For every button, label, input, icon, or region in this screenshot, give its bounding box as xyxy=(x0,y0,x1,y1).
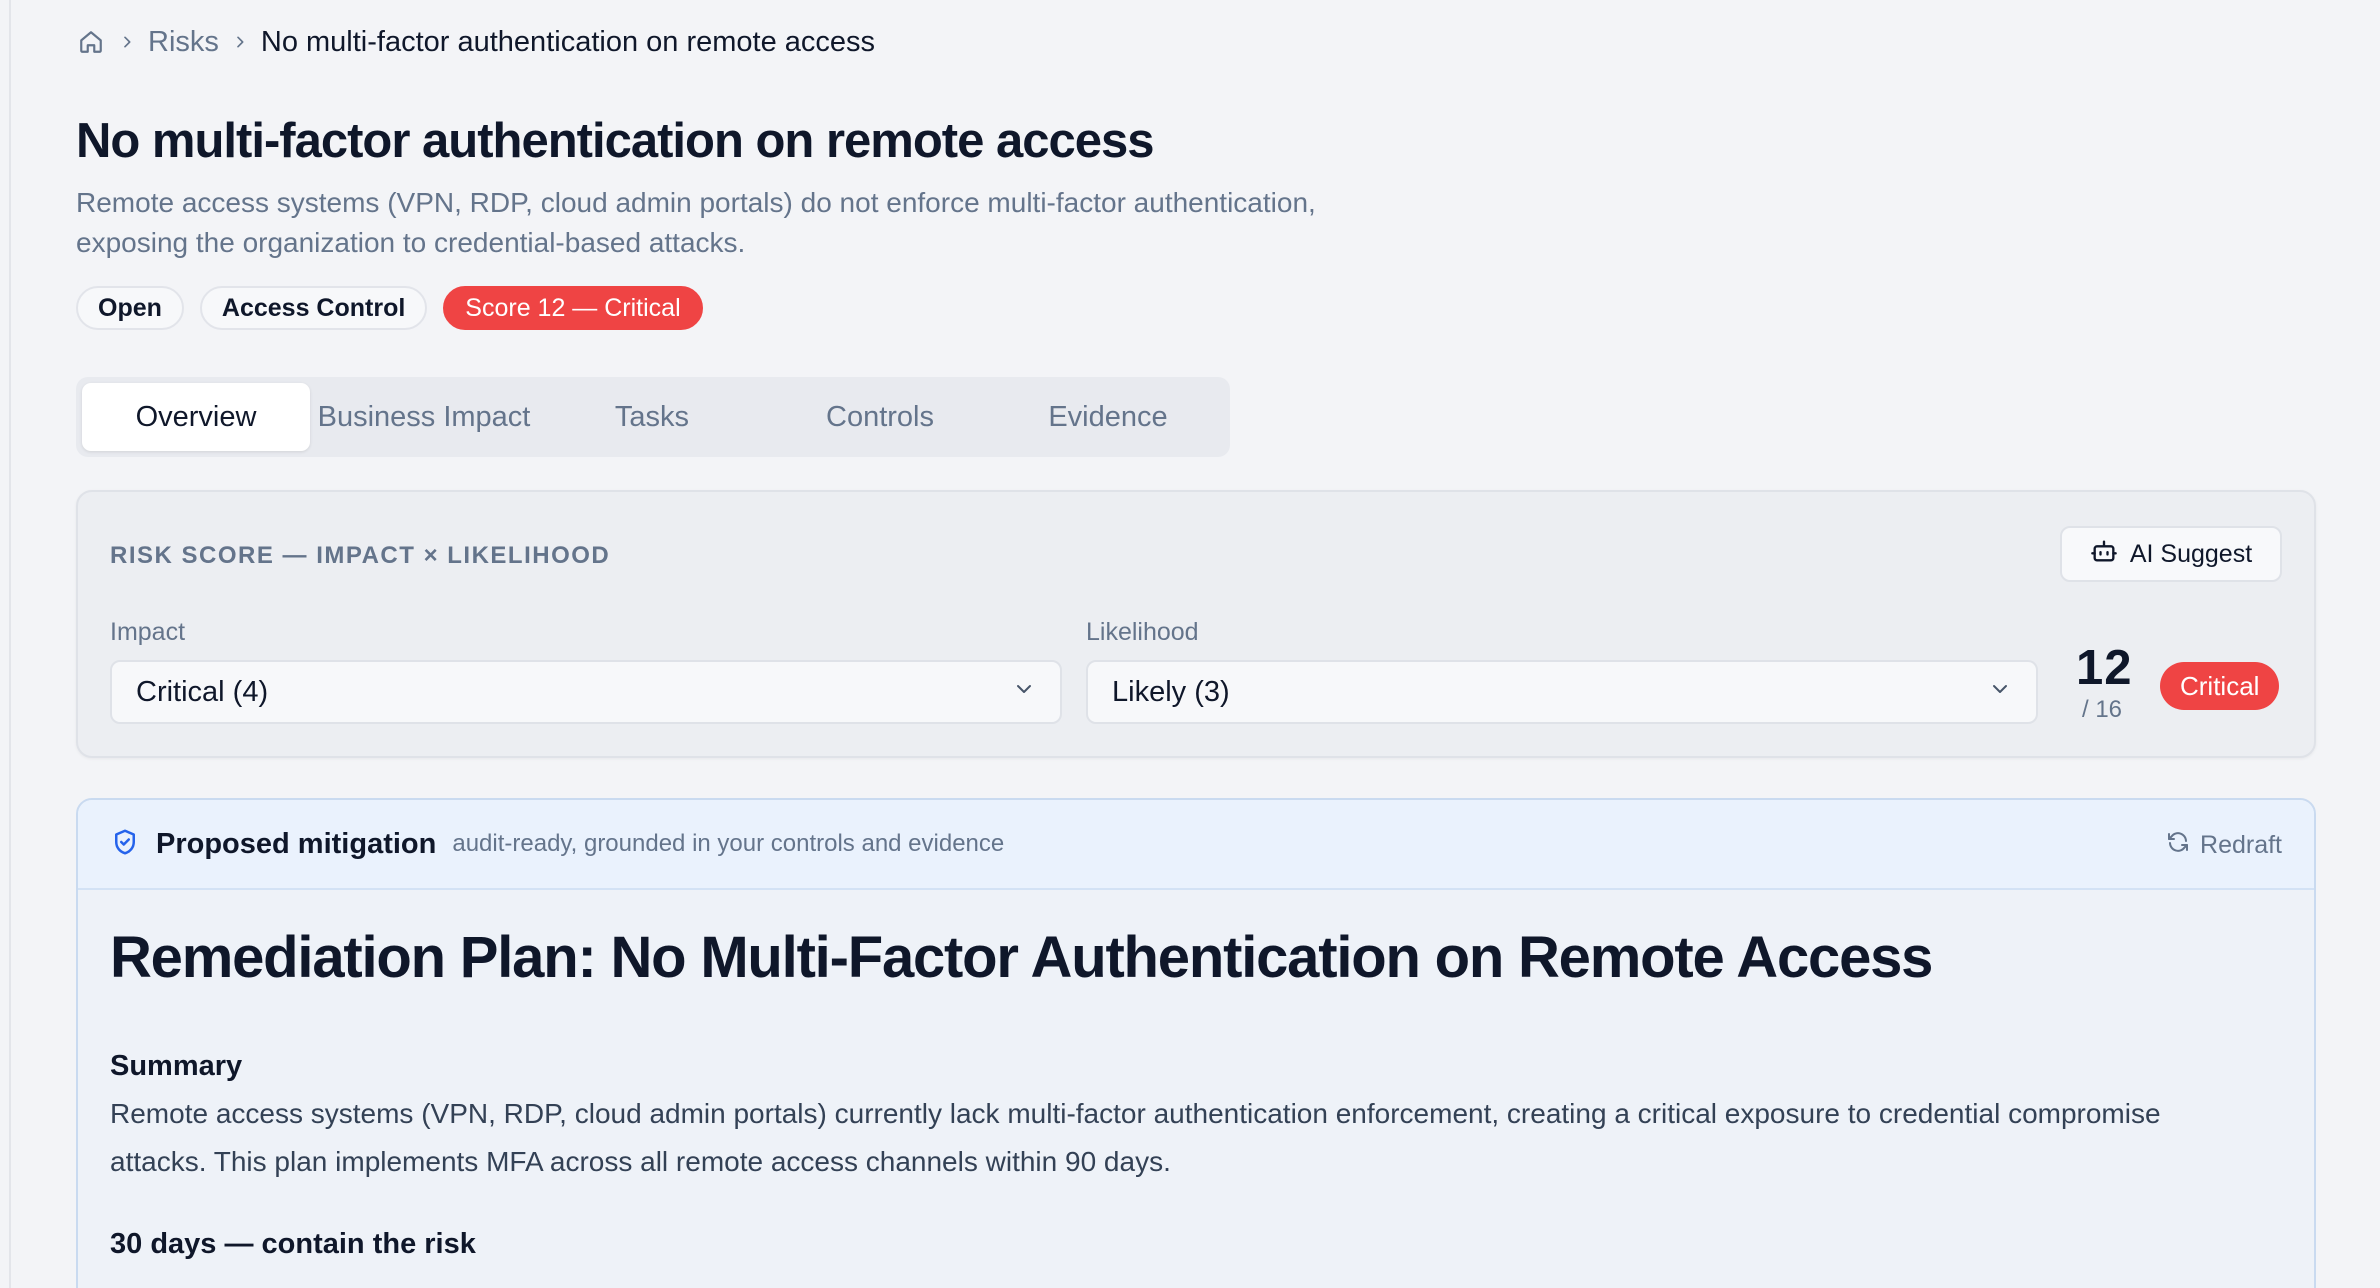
category-badge: Access Control xyxy=(199,286,428,330)
chevron-down-icon xyxy=(1988,676,2012,709)
impact-select[interactable]: Critical (4) xyxy=(110,660,1062,724)
tab-evidence[interactable]: Evidence xyxy=(994,383,1222,451)
page-title: No multi-factor authentication on remote… xyxy=(76,114,1154,168)
refresh-icon xyxy=(2166,830,2190,861)
left-rail xyxy=(0,0,11,1288)
tab-business-impact[interactable]: Business Impact xyxy=(310,383,538,451)
risk-score-value: 12 xyxy=(2076,641,2133,695)
proposed-mitigation-panel: Proposed mitigation audit-ready, grounde… xyxy=(76,798,2316,1288)
likelihood-value: Likely (3) xyxy=(1112,675,1230,708)
breadcrumb-current: No multi-factor authentication on remote… xyxy=(260,25,876,58)
impact-label: Impact xyxy=(110,618,186,646)
risk-score-card: RISK SCORE — IMPACT × LIKELIHOOD AI Sugg… xyxy=(76,490,2316,758)
tab-controls[interactable]: Controls xyxy=(766,383,994,451)
redraft-button[interactable]: Redraft xyxy=(2166,800,2282,890)
chevron-right-icon xyxy=(225,34,255,50)
tab-overview[interactable]: Overview xyxy=(82,383,310,451)
risk-badges: Open Access Control Score 12 — Critical xyxy=(76,286,703,330)
status-badge: Open xyxy=(76,286,184,330)
severity-badge: Critical xyxy=(2160,662,2280,710)
score-badge: Score 12 — Critical xyxy=(443,286,703,330)
ai-suggest-button[interactable]: AI Suggest xyxy=(2060,526,2282,582)
ai-suggest-label: AI Suggest xyxy=(2129,539,2253,568)
chevron-down-icon xyxy=(1012,676,1036,709)
tab-tasks[interactable]: Tasks xyxy=(538,383,766,451)
tab-bar: Overview Business Impact Tasks Controls … xyxy=(76,377,1230,457)
mitigation-title: Proposed mitigation xyxy=(156,827,437,860)
likelihood-label: Likelihood xyxy=(1086,618,1199,646)
risk-score-max: / 16 xyxy=(2082,696,2123,723)
breadcrumb-link-risks[interactable]: Risks xyxy=(148,26,219,59)
redraft-label: Redraft xyxy=(2200,830,2282,859)
mitigation-header: Proposed mitigation audit-ready, grounde… xyxy=(78,800,2314,890)
breadcrumb: Risks No multi-factor authentication on … xyxy=(76,24,875,60)
mitigation-subtitle: audit-ready, grounded in your controls a… xyxy=(452,830,1005,857)
home-icon[interactable] xyxy=(76,27,106,57)
phase-heading-30-days: 30 days — contain the risk xyxy=(110,1228,476,1260)
impact-value: Critical (4) xyxy=(136,675,269,708)
summary-text: Remote access systems (VPN, RDP, cloud a… xyxy=(110,1098,2161,1177)
bot-icon xyxy=(2090,537,2118,572)
likelihood-select[interactable]: Likely (3) xyxy=(1086,660,2038,724)
shield-check-icon xyxy=(110,827,140,862)
risk-description: Remote access systems (VPN, RDP, cloud a… xyxy=(76,187,1316,258)
plan-title: Remediation Plan: No Multi-Factor Authen… xyxy=(110,925,1933,990)
summary-heading: Summary xyxy=(110,1050,243,1082)
chevron-right-icon xyxy=(112,34,142,50)
risk-score-heading: RISK SCORE — IMPACT × LIKELIHOOD xyxy=(110,542,611,569)
